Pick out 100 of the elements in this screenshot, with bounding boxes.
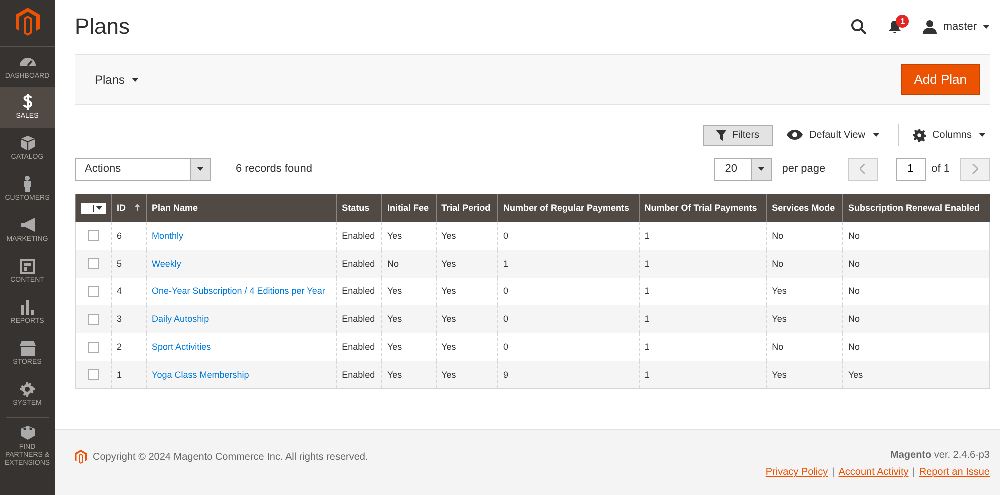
layout-icon xyxy=(20,258,35,274)
table-cell: Yes xyxy=(387,286,402,296)
row-checkbox[interactable] xyxy=(88,286,99,298)
table-cell: Enabled xyxy=(342,258,376,269)
chevron-left-icon xyxy=(860,164,866,174)
person-icon xyxy=(24,176,31,192)
table-cell: 0 xyxy=(503,342,508,352)
table-cell: No xyxy=(848,230,860,241)
plans-switcher[interactable]: Plans xyxy=(95,72,140,86)
footer-link[interactable]: Report an Issue xyxy=(919,467,990,478)
table-cell: Yes xyxy=(387,230,402,241)
plan-name-link[interactable]: Daily Autoship xyxy=(152,314,210,324)
table-cell: 1 xyxy=(644,314,650,324)
caret-icon xyxy=(197,167,204,171)
bar-chart-icon xyxy=(20,300,34,314)
page-number-field[interactable]: 1 xyxy=(896,158,926,180)
plan-name-link[interactable]: Weekly xyxy=(152,258,182,269)
user-menu[interactable]: master xyxy=(923,20,990,34)
table-cell: 3 xyxy=(117,314,122,324)
chevron-right-icon xyxy=(972,164,978,174)
column-header[interactable]: Plan Name xyxy=(146,194,337,222)
table-cell: 1 xyxy=(117,370,122,380)
records-count: 6 records found xyxy=(236,163,312,175)
caret-icon xyxy=(132,78,140,82)
gear-icon xyxy=(20,382,35,396)
column-header[interactable]: Initial Fee xyxy=(382,194,436,222)
table-cell: No xyxy=(848,342,860,352)
plan-name-link[interactable]: Yoga Class Membership xyxy=(152,370,250,380)
table-cell: 2 xyxy=(117,342,122,352)
link-separator: | xyxy=(832,467,835,478)
mass-select-dropdown[interactable] xyxy=(81,202,106,214)
table-cell: Yes xyxy=(772,370,787,380)
table-cell: No xyxy=(848,286,860,296)
table-cell: Enabled xyxy=(342,314,376,324)
table-cell: Enabled xyxy=(342,286,376,296)
column-header[interactable]: ID xyxy=(112,194,147,222)
table-cell: Yes xyxy=(387,370,402,380)
caret-icon xyxy=(872,133,880,137)
table-cell: 1 xyxy=(503,258,508,269)
version-text: Magento ver. 2.4.6-p3 xyxy=(890,450,990,462)
table-cell: No xyxy=(848,314,860,324)
table-cell: 1 xyxy=(644,286,650,296)
caret-icon xyxy=(983,25,990,29)
plan-name-link[interactable]: Monthly xyxy=(152,230,184,241)
table-cell: 0 xyxy=(503,314,508,324)
row-checkbox[interactable] xyxy=(88,258,99,270)
per-page-dropdown[interactable]: 20 xyxy=(714,158,772,180)
column-header[interactable]: Subscription Renewal Enabled xyxy=(842,194,990,222)
filters-button[interactable]: Filters xyxy=(703,124,773,146)
table-cell: 1 xyxy=(644,258,650,269)
table-cell: Yes xyxy=(772,286,787,296)
table-cell: No xyxy=(772,342,784,352)
caret-icon xyxy=(758,167,766,171)
previous-page-button[interactable] xyxy=(848,158,878,180)
view-switcher[interactable]: Default View xyxy=(786,130,880,140)
table-cell: 0 xyxy=(503,286,508,296)
footer-link[interactable]: Privacy Policy xyxy=(766,467,828,478)
table-cell: 1 xyxy=(644,370,650,380)
table-cell: No xyxy=(848,258,860,269)
actions-dropdown[interactable]: Actions xyxy=(75,158,211,180)
page-total: of 1 xyxy=(932,163,950,175)
table-cell: 1 xyxy=(644,230,650,241)
caret-icon xyxy=(96,206,103,210)
copyright-text: Copyright © 2024 Magento Commerce Inc. All rights reserved. xyxy=(93,452,368,463)
table-cell: Enabled xyxy=(342,370,376,380)
column-header[interactable]: Number of Regular Payments xyxy=(498,194,640,222)
column-header[interactable]: Number Of Trial Payments xyxy=(639,194,767,222)
plan-name-link[interactable]: Sport Activities xyxy=(152,342,212,352)
table-cell: 6 xyxy=(117,230,122,241)
table-cell: Yes xyxy=(442,370,456,380)
table-cell: Yes xyxy=(442,286,456,296)
store-icon xyxy=(20,340,36,356)
gear-icon xyxy=(912,128,926,142)
table-cell: 9 xyxy=(503,370,508,380)
row-checkbox[interactable] xyxy=(88,314,99,325)
row-checkbox[interactable] xyxy=(88,369,99,380)
table-cell: 1 xyxy=(644,342,650,352)
next-page-button[interactable] xyxy=(960,158,990,180)
per-page-label: per page xyxy=(782,163,826,175)
box-icon xyxy=(20,136,34,150)
table-cell: Yes xyxy=(442,258,456,269)
search-icon[interactable] xyxy=(851,19,868,35)
row-checkbox[interactable] xyxy=(88,342,99,353)
user-icon xyxy=(923,20,938,34)
column-header[interactable]: Status xyxy=(336,194,382,222)
footer-link[interactable]: Account Activity xyxy=(838,467,909,478)
column-header[interactable]: Trial Period xyxy=(436,194,498,222)
table-cell: 4 xyxy=(117,286,122,296)
table-cell: 5 xyxy=(117,258,122,269)
column-header[interactable]: Services Mode xyxy=(766,194,843,222)
plan-name-link[interactable]: One-Year Subscription / 4 Editions per Year xyxy=(152,286,326,296)
dollar-icon xyxy=(22,94,32,110)
table-cell: Enabled xyxy=(342,230,376,241)
table-cell: Yes xyxy=(442,314,456,324)
caret-icon xyxy=(979,133,986,137)
columns-switcher[interactable]: Columns xyxy=(912,128,986,142)
eye-icon xyxy=(786,130,803,140)
add-plan-button[interactable]: Add Plan xyxy=(901,64,980,95)
row-checkbox[interactable] xyxy=(88,230,99,242)
sort-arrow-icon xyxy=(135,203,140,213)
